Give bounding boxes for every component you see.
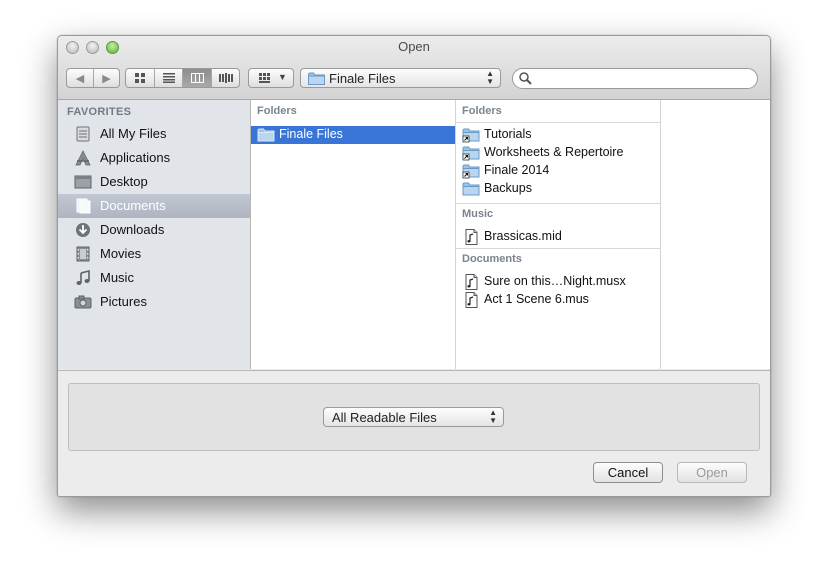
- search-icon: [519, 72, 532, 85]
- list-item[interactable]: Finale 2014: [456, 162, 660, 180]
- list-item[interactable]: Tutorials: [456, 126, 660, 144]
- list-item-label: Finale Files: [279, 127, 343, 141]
- music-file-icon: [465, 229, 478, 245]
- sidebar-item-label: Applications: [100, 150, 171, 165]
- downloads-icon: [76, 223, 90, 237]
- all-files-icon: [76, 126, 90, 142]
- icon-view-button[interactable]: [126, 69, 154, 87]
- back-button[interactable]: ◀: [67, 69, 93, 87]
- group-heading-music: Music: [462, 208, 494, 220]
- list-item-finale-files[interactable]: Finale Files: [251, 126, 455, 144]
- chevron-right-icon: ▶: [102, 72, 111, 85]
- column-view-button[interactable]: [182, 69, 211, 87]
- view-mode-control: [125, 68, 240, 88]
- list-view-button[interactable]: [154, 69, 182, 87]
- sidebar-item-desktop[interactable]: Desktop: [58, 170, 250, 194]
- updown-arrows-icon: ▲ ▼: [486, 69, 494, 86]
- arrange-button[interactable]: ▼: [248, 68, 294, 88]
- sidebar-item-downloads[interactable]: Downloads: [58, 218, 250, 242]
- divider: [456, 122, 660, 123]
- list-item-label: Sure on this…Night.musx: [484, 274, 626, 288]
- chevron-left-icon: ◀: [75, 72, 85, 85]
- sidebar-item-label: Documents: [100, 198, 166, 213]
- list-item-label: Act 1 Scene 6.mus: [484, 292, 589, 306]
- sidebar-item-music[interactable]: Music: [58, 266, 250, 290]
- coverflow-view-icon: [218, 73, 233, 83]
- sidebar-item-label: Pictures: [100, 294, 147, 309]
- list-item[interactable]: Worksheets & Repertoire: [456, 144, 660, 162]
- list-item-label: Tutorials: [484, 127, 532, 141]
- window-title: Open: [398, 39, 430, 54]
- forward-button[interactable]: ▶: [93, 69, 119, 87]
- list-item[interactable]: Brassicas.mid: [456, 228, 660, 246]
- folder-icon: [257, 128, 275, 142]
- open-button[interactable]: Open: [677, 462, 747, 483]
- list-item[interactable]: Backups: [456, 180, 660, 198]
- pictures-icon: [74, 295, 92, 309]
- sidebar-item-label: All My Files: [100, 126, 167, 141]
- folder-alias-icon: [462, 146, 480, 161]
- options-panel: All Readable Files ▲ ▼: [68, 383, 760, 451]
- list-item-label: Finale 2014: [484, 163, 550, 177]
- open-dialog: Open ◀ ▶ ▼ Finale Files ▲ ▼ FAVORITES Al…: [57, 35, 771, 497]
- file-format-popup[interactable]: All Readable Files ▲ ▼: [323, 407, 504, 427]
- browser-column-2: Folders Tutorials Worksheets & Repertoir…: [456, 100, 661, 369]
- browser-column-1: Folders Finale Files: [251, 100, 456, 369]
- divider: [456, 203, 660, 204]
- cancel-button[interactable]: Cancel: [593, 462, 663, 483]
- divider: [456, 248, 660, 249]
- back-forward-control: ◀ ▶: [66, 68, 120, 88]
- desktop-icon: [74, 175, 92, 189]
- chevron-down-icon: ▼: [278, 72, 287, 82]
- sidebar-item-documents[interactable]: Documents: [58, 194, 250, 218]
- column-heading: Folders: [257, 105, 297, 117]
- list-item-label: Worksheets & Repertoire: [484, 145, 624, 159]
- folder-alias-icon: [462, 128, 480, 143]
- title-bar: Open ◀ ▶ ▼ Finale Files ▲ ▼: [58, 36, 770, 100]
- list-item[interactable]: Act 1 Scene 6.mus: [456, 291, 660, 309]
- sidebar-item-pictures[interactable]: Pictures: [58, 290, 250, 314]
- location-popup[interactable]: Finale Files ▲ ▼: [300, 68, 501, 88]
- sidebar-item-label: Desktop: [100, 174, 148, 189]
- browser-column-3: [661, 100, 770, 369]
- list-item-label: Brassicas.mid: [484, 229, 562, 243]
- sidebar-item-applications[interactable]: Applications: [58, 146, 250, 170]
- icon-view-icon: [134, 73, 145, 83]
- music-file-icon: [465, 292, 478, 308]
- file-format-label: All Readable Files: [332, 410, 437, 425]
- sidebar-item-label: Music: [100, 270, 134, 285]
- folder-icon: [462, 182, 480, 196]
- sidebar-item-all-my-files[interactable]: All My Files: [58, 122, 250, 146]
- column-view-icon: [190, 73, 204, 83]
- group-heading-documents: Documents: [462, 253, 522, 265]
- coverflow-view-button[interactable]: [211, 69, 239, 87]
- location-label: Finale Files: [329, 71, 396, 86]
- folder-icon: [308, 72, 325, 85]
- music-icon: [76, 270, 90, 285]
- applications-icon: [75, 150, 91, 166]
- group-heading-folders: Folders: [462, 105, 502, 117]
- dialog-footer: All Readable Files ▲ ▼ Cancel Open: [58, 370, 770, 496]
- music-file-icon: [465, 274, 478, 290]
- arrange-grid-icon: [259, 73, 270, 83]
- list-view-icon: [162, 73, 175, 83]
- sidebar-item-movies[interactable]: Movies: [58, 242, 250, 266]
- list-item-label: Backups: [484, 181, 532, 195]
- search-field[interactable]: [512, 68, 758, 89]
- list-item[interactable]: Sure on this…Night.musx: [456, 273, 660, 291]
- documents-icon: [76, 198, 91, 214]
- movies-icon: [76, 246, 90, 262]
- sidebar: FAVORITES All My Files Applications Desk…: [58, 100, 251, 369]
- folder-alias-icon: [462, 164, 480, 179]
- sidebar-item-label: Movies: [100, 246, 142, 261]
- favorites-heading: FAVORITES: [67, 106, 132, 118]
- updown-arrows-icon: ▲ ▼: [489, 408, 497, 425]
- sidebar-item-label: Downloads: [100, 222, 165, 237]
